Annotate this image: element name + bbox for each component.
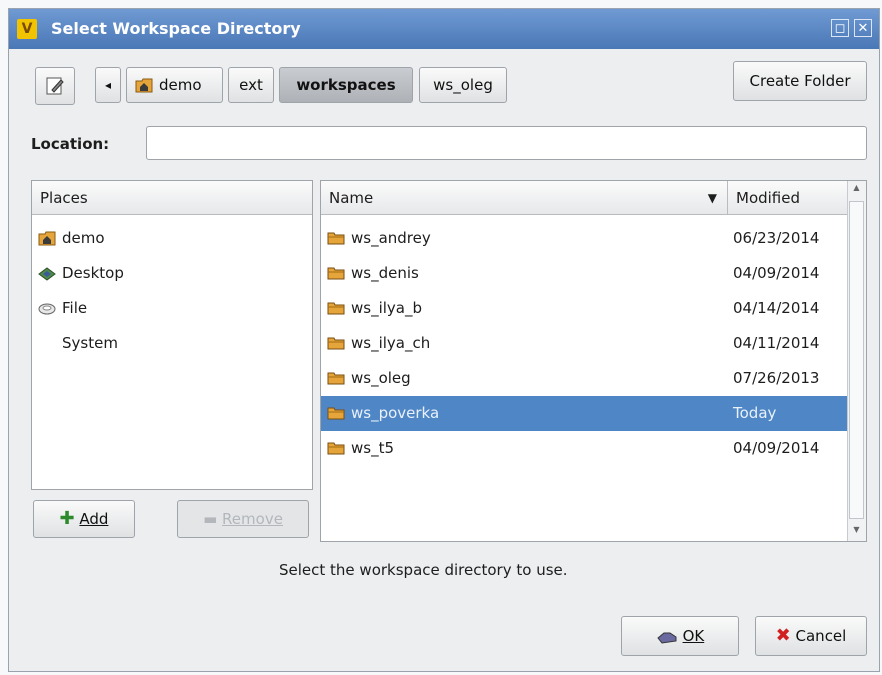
file-name: ws_denis [351, 264, 419, 282]
home-folder-icon [38, 231, 56, 246]
name-column-label: Name [329, 189, 374, 207]
location-input[interactable] [146, 126, 867, 160]
cancel-button[interactable]: ✖ Cancel [755, 616, 867, 656]
window-title: Select Workspace Directory [51, 19, 301, 38]
drive-icon [38, 303, 56, 315]
file-row[interactable]: ws_oleg 07/26/2013 [321, 361, 848, 396]
ok-label: OK [682, 627, 705, 645]
remove-place-button[interactable]: ▬ Remove [177, 500, 309, 538]
file-name: ws_t5 [351, 439, 395, 457]
folder-icon [327, 407, 345, 420]
cancel-x-icon: ✖ [775, 625, 791, 646]
file-row[interactable]: ws_andrey 06/23/2014 [321, 221, 848, 256]
modified-column-header[interactable]: Modified [727, 181, 849, 215]
scroll-down-arrow-icon[interactable]: ▼ [849, 525, 864, 539]
remove-label: Remove [222, 510, 283, 528]
modified-column-label: Modified [736, 189, 801, 207]
add-label: Add [79, 510, 109, 528]
app-logo-icon: V [17, 19, 37, 39]
file-modified: Today [733, 404, 777, 422]
file-row[interactable]: ws_poverka Today [321, 396, 848, 431]
file-name: ws_ilya_ch [351, 334, 431, 352]
place-label: demo [62, 229, 105, 247]
name-column-header[interactable]: Name ▼ [321, 181, 727, 215]
folder-icon [327, 372, 345, 385]
file-name: ws_poverka [351, 404, 440, 422]
minus-icon: ▬ [203, 510, 218, 528]
file-modified: 06/23/2014 [733, 229, 820, 247]
folder-icon [327, 267, 345, 280]
file-name: ws_andrey [351, 229, 431, 247]
places-panel: Places demo Desktop File System [31, 180, 313, 490]
file-name: ws_oleg [351, 369, 411, 387]
create-folder-button[interactable]: Create Folder [733, 61, 867, 101]
folder-icon [327, 302, 345, 315]
files-panel: Name ▼ Modified ws_andrey 06/23/2014 ws_de… [320, 180, 867, 542]
ok-hand-icon [657, 632, 677, 644]
breadcrumb-label: demo [159, 76, 202, 94]
close-button[interactable]: ✕ [854, 19, 872, 37]
scroll-up-arrow-icon[interactable]: ▲ [849, 183, 864, 197]
hint-text: Select the workspace directory to use. [279, 561, 568, 579]
vertical-scrollbar[interactable]: ▲ ▼ [847, 181, 866, 541]
folder-icon [327, 337, 345, 350]
place-label: Desktop [62, 264, 124, 282]
home-folder-icon [135, 78, 153, 93]
breadcrumb-ws-oleg[interactable]: ws_oleg [419, 67, 507, 103]
cancel-label: Cancel [795, 627, 847, 645]
scrollbar-thumb[interactable] [849, 201, 864, 519]
folder-icon [327, 442, 345, 455]
breadcrumb-demo[interactable]: demo [126, 67, 223, 103]
maximize-button[interactable]: ◻ [831, 19, 849, 37]
file-row[interactable]: ws_t5 04/09/2014 [321, 431, 848, 466]
title-bar[interactable]: V Select Workspace Directory ◻ ✕ [9, 9, 879, 49]
places-header[interactable]: Places [32, 181, 312, 215]
breadcrumb-workspaces[interactable]: workspaces [279, 67, 413, 103]
add-place-button[interactable]: ✚ Add [33, 500, 135, 538]
file-modified: 04/11/2014 [733, 334, 820, 352]
file-name: ws_ilya_b [351, 299, 423, 317]
plus-icon: ✚ [59, 508, 75, 529]
file-modified: 04/09/2014 [733, 264, 820, 282]
pencil-edit-icon [46, 77, 64, 95]
folder-icon [327, 232, 345, 245]
file-modified: 04/14/2014 [733, 299, 820, 317]
file-row[interactable]: ws_ilya_b 04/14/2014 [321, 291, 848, 326]
location-label: Location: [31, 135, 110, 153]
file-modified: 04/09/2014 [733, 439, 820, 457]
places-header-label: Places [40, 189, 88, 207]
edit-location-button[interactable] [35, 67, 75, 105]
select-workspace-dialog: V Select Workspace Directory ◻ ✕ ◂ demo … [8, 8, 880, 672]
breadcrumb-ext[interactable]: ext [228, 67, 274, 103]
sort-descending-icon: ▼ [707, 191, 717, 205]
place-label: File System [62, 299, 118, 352]
file-modified: 07/26/2013 [733, 369, 820, 387]
ok-button[interactable]: OK [621, 616, 739, 656]
file-row[interactable]: ws_ilya_ch 04/11/2014 [321, 326, 848, 361]
breadcrumb-back-button[interactable]: ◂ [95, 67, 121, 103]
desktop-icon [38, 267, 56, 281]
file-row[interactable]: ws_denis 04/09/2014 [321, 256, 848, 291]
